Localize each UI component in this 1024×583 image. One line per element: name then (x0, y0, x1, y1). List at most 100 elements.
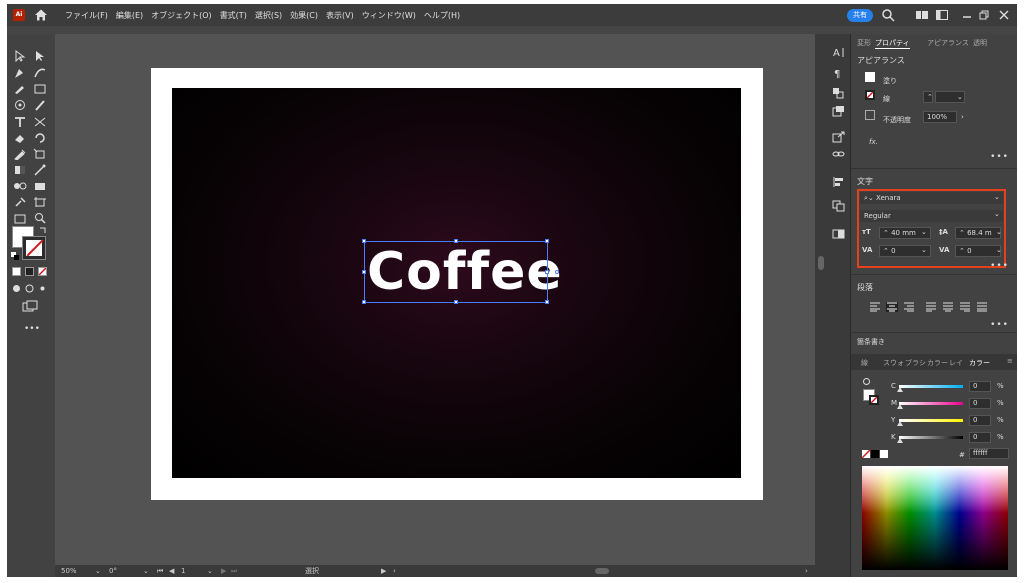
menu-edit[interactable]: 編集(E) (116, 10, 143, 21)
opacity-field[interactable]: 100% (923, 111, 957, 123)
kerning-dropdown-icon[interactable]: ⌄ (921, 246, 927, 254)
vertical-scrollbar[interactable] (815, 34, 827, 577)
handle-bottom-center[interactable] (454, 300, 458, 304)
home-icon[interactable] (34, 8, 48, 22)
draw-inside-icon[interactable] (38, 284, 47, 293)
eraser-tool-icon[interactable] (13, 132, 27, 144)
direct-selection-tool-icon[interactable] (33, 50, 47, 62)
justify-center-icon[interactable] (942, 302, 954, 312)
symbol-sprayer-tool-icon[interactable] (13, 196, 27, 208)
tracking-field[interactable]: ⌃ 0 (955, 245, 1001, 257)
tab-transform[interactable]: 変形 (857, 38, 871, 48)
align-left-icon[interactable] (869, 302, 881, 312)
align-panel-icon[interactable] (832, 176, 845, 188)
menu-select[interactable]: 選択(S) (255, 10, 282, 21)
tab-transparency[interactable]: 透明 (973, 38, 987, 48)
tracking-dropdown-icon[interactable]: ⌄ (996, 246, 1002, 254)
pathfinder-panel-icon[interactable] (832, 105, 845, 117)
shaper-tool-icon[interactable] (13, 99, 27, 111)
cyan-slider[interactable] (899, 385, 963, 388)
zoom-dropdown-icon[interactable]: ⌄ (95, 567, 101, 575)
character-panel-icon[interactable]: A (832, 46, 845, 58)
handle-top-center[interactable] (454, 239, 458, 243)
zoom-tool-icon[interactable] (33, 212, 47, 224)
links-panel-icon[interactable] (832, 148, 845, 160)
justify-left-icon[interactable] (925, 302, 937, 312)
blob-brush-tool-icon[interactable] (13, 83, 27, 95)
workspace-icon[interactable] (915, 8, 929, 22)
font-family-dropdown[interactable]: ⌕⌄ Xenara (860, 192, 1003, 204)
gradient-mode-icon[interactable] (25, 267, 34, 276)
tab-stroke[interactable]: 線 (861, 358, 868, 368)
tab-swatches[interactable]: スウォ (883, 358, 904, 368)
none-swatch[interactable] (862, 450, 870, 458)
font-size-stepper-icon[interactable]: ⌃ (883, 229, 891, 237)
handle-top-left[interactable] (362, 239, 366, 243)
export-panel-icon[interactable] (832, 131, 845, 143)
swap-colors-icon[interactable] (39, 226, 47, 234)
pen-tool-icon[interactable] (13, 67, 27, 79)
free-transform-tool-icon[interactable] (33, 148, 47, 160)
paragraph-panel-icon[interactable]: ¶ (832, 67, 845, 79)
zoom-level[interactable]: 50% (61, 567, 77, 575)
eyedropper-tool-icon-2[interactable] (33, 164, 47, 176)
font-size-dropdown-icon[interactable]: ⌄ (921, 228, 927, 236)
artboards-panel-icon[interactable] (832, 200, 845, 212)
black-slider[interactable] (899, 436, 963, 439)
artboard-dropdown-icon[interactable]: ⌄ (207, 567, 213, 575)
black-value[interactable]: 0 (969, 432, 991, 443)
status-menu-icon[interactable]: ▶ (381, 567, 386, 575)
arrange-documents-icon[interactable] (935, 8, 949, 22)
color-mode-toggle-icon[interactable] (863, 378, 870, 385)
share-button[interactable]: 共有 (847, 9, 873, 22)
type-tool-icon[interactable] (13, 116, 27, 128)
scroll-left-icon[interactable]: ‹ (393, 567, 396, 575)
tracking-stepper-icon[interactable]: ⌃ (959, 247, 967, 255)
curvature-tool-icon[interactable] (33, 67, 47, 79)
restore-icon[interactable] (977, 8, 991, 22)
magenta-slider-knob[interactable] (897, 404, 903, 409)
opacity-arrow-icon[interactable]: › (961, 113, 964, 121)
scroll-right-icon[interactable]: › (805, 567, 808, 575)
menu-help[interactable]: ヘルプ(H) (424, 10, 460, 21)
selection-tool-icon[interactable] (13, 50, 27, 62)
last-artboard-icon[interactable]: ⏭ (231, 567, 237, 576)
eyedropper-tool-icon[interactable] (13, 148, 27, 160)
layers-panel-icon[interactable] (832, 228, 845, 240)
edit-toolbar-icon[interactable]: ••• (24, 324, 40, 334)
stroke-swatch-icon[interactable] (865, 90, 875, 100)
live-paint-tool-icon[interactable] (33, 180, 47, 192)
next-artboard-icon[interactable]: ▶ (221, 567, 226, 575)
yellow-slider-knob[interactable] (897, 421, 903, 426)
blend-tool-icon[interactable] (13, 180, 27, 192)
paintbrush-tool-icon[interactable] (33, 99, 47, 111)
minimize-icon[interactable] (960, 8, 974, 22)
width-tool-icon[interactable] (33, 116, 47, 128)
menu-window[interactable]: ウィンドウ(W) (362, 10, 416, 21)
leading-stepper-icon[interactable]: ⌃ (959, 229, 967, 237)
align-center-icon[interactable] (886, 302, 898, 312)
handle-middle-right[interactable] (545, 270, 549, 274)
rotate-tool-icon[interactable] (33, 132, 47, 144)
vertical-scrollbar-thumb[interactable] (818, 256, 824, 270)
hex-field[interactable]: ffffff (969, 448, 1009, 459)
cyan-slider-knob[interactable] (897, 387, 903, 392)
stroke-weight-dropdown-icon[interactable]: ⌄ (957, 93, 963, 101)
rectangle-tool-icon[interactable] (33, 83, 47, 95)
menu-type[interactable]: 書式(T) (220, 10, 247, 21)
align-right-icon[interactable] (903, 302, 915, 312)
black-slider-knob[interactable] (897, 438, 903, 443)
rotation-value[interactable]: 0° (109, 567, 117, 575)
screen-mode-icon[interactable] (22, 300, 38, 312)
cyan-value[interactable]: 0 (969, 381, 991, 392)
tab-appearance[interactable]: アピアランス (927, 38, 969, 48)
handle-type-in-port[interactable] (555, 270, 559, 274)
transform-panel-icon[interactable] (832, 87, 845, 99)
stroke-color-swatch[interactable] (22, 236, 46, 260)
fill-swatch-icon[interactable] (865, 72, 875, 82)
menu-file[interactable]: ファイル(F) (65, 10, 108, 21)
font-style-chevron-icon[interactable]: ⌄ (994, 210, 1000, 218)
artboard-tool-icon[interactable] (33, 196, 47, 208)
color-spectrum-picker[interactable] (862, 466, 1008, 570)
default-colors-icon[interactable] (11, 252, 19, 260)
